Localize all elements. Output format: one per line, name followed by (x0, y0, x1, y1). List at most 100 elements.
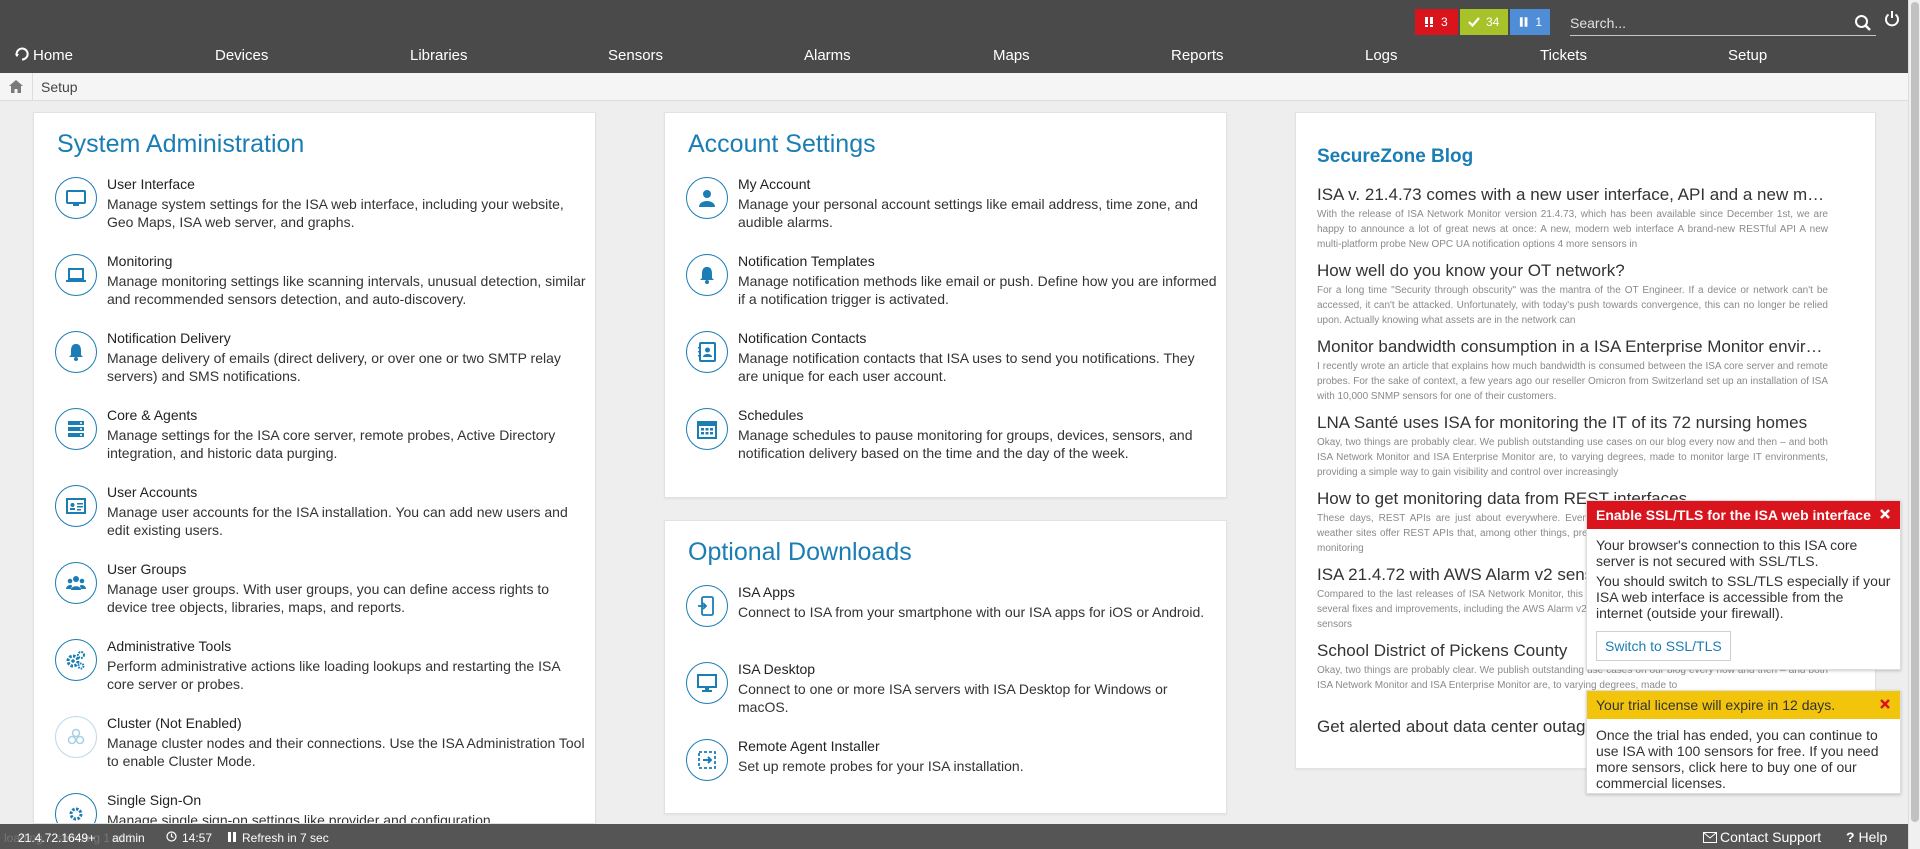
item-desc: Manage user groups. With user groups, yo… (107, 581, 550, 615)
ssl-notice-text: Your browser's connection to this ISA co… (1596, 537, 1858, 569)
trial-notice: Your trial license will expire in 12 day… (1586, 690, 1901, 794)
nav-libraries[interactable]: Libraries (410, 47, 468, 64)
main-nav: Home Devices Libraries Sensors Alarms Ma… (0, 47, 1908, 69)
item-desc: Manage notification methods like email o… (738, 273, 1217, 307)
trial-notice-text: Once the trial has ended, you can contin… (1596, 727, 1879, 791)
pause-refresh-icon[interactable] (228, 832, 236, 842)
item-title: Cluster (Not Enabled) (107, 715, 242, 731)
item-desc: Manage settings for the ISA core server,… (107, 427, 556, 461)
ssl-notice-title: Enable SSL/TLS for the ISA web interface (1596, 507, 1871, 523)
top-bar: 3 34 1 Home Devices Libraries Sensors Al… (0, 0, 1908, 73)
id-card-icon (55, 485, 97, 527)
search-icon[interactable] (1854, 14, 1872, 32)
remote-agent-icon (686, 739, 728, 781)
item-desc: Perform administrative actions like load… (107, 658, 560, 692)
clock-icon (166, 831, 177, 842)
close-icon[interactable] (1878, 697, 1892, 711)
alarm-exclamation-icon (1425, 17, 1433, 27)
nav-tickets[interactable]: Tickets (1540, 47, 1587, 64)
blog-post-excerpt: For a long time "Security through obscur… (1317, 285, 1828, 326)
envelope-icon (1703, 832, 1717, 843)
blog-post-title: Monitor bandwidth consumption in a ISA E… (1317, 337, 1828, 356)
breadcrumb-home[interactable] (0, 72, 33, 101)
refresh-text: Refresh in 7 sec (242, 831, 329, 845)
cluster-icon (55, 716, 97, 758)
home-refresh-icon (15, 47, 29, 61)
nav-home-label: Home (33, 47, 74, 64)
switch-ssl-button[interactable]: Switch to SSL/TLS (1596, 631, 1731, 661)
card-title: Account Settings (688, 130, 876, 158)
bell-icon (55, 331, 97, 373)
item-title: User Interface (107, 176, 195, 192)
trial-notice-header: Your trial license will expire in 12 day… (1587, 691, 1900, 719)
breadcrumb-current: Setup (41, 78, 78, 95)
nav-reports[interactable]: Reports (1171, 47, 1224, 64)
item-title: User Groups (107, 561, 187, 577)
paused-count-badge[interactable]: 1 (1510, 9, 1550, 35)
item-desc: Manage system settings for the ISA web i… (107, 196, 564, 230)
card-title: System Administration (57, 130, 305, 158)
house-icon (9, 80, 23, 93)
ssl-notice: Enable SSL/TLS for the ISA web interface… (1586, 500, 1901, 670)
item-desc: Manage schedules to pause monitoring for… (738, 427, 1193, 461)
page-scrollbar[interactable] (1908, 0, 1920, 849)
item-desc: Manage single sign-on settings like prov… (107, 812, 495, 824)
item-title: Administrative Tools (107, 638, 232, 654)
nav-maps[interactable]: Maps (993, 47, 1030, 64)
search-box (1570, 12, 1876, 36)
users-icon (55, 562, 97, 604)
help-link[interactable]: ? Help (1846, 829, 1887, 845)
blog-post-title: LNA Santé uses ISA for monitoring the IT… (1317, 413, 1808, 432)
alarm-count-badge[interactable]: 3 (1415, 9, 1458, 35)
item-title: My Account (738, 176, 811, 192)
nav-home[interactable]: Home (15, 47, 73, 64)
optional-downloads-card: Optional Downloads ISA Apps Connect to I… (664, 520, 1227, 814)
mobile-icon (686, 585, 728, 627)
question-icon: ? (1846, 829, 1855, 845)
nav-setup[interactable]: Setup (1728, 47, 1767, 64)
item-title: User Accounts (107, 484, 198, 500)
server-icon (55, 408, 97, 450)
scrollbar-thumb[interactable] (1911, 2, 1919, 822)
item-title: ISA Apps (738, 584, 795, 600)
laptop-icon (55, 254, 97, 296)
user-icon (686, 177, 728, 219)
ok-count-badge[interactable]: 34 (1460, 9, 1508, 35)
blog-post[interactable]: How well do you know your OT network? Fo… (1317, 261, 1828, 328)
blog-post[interactable]: ISA v. 21.4.73 comes with a new user int… (1317, 185, 1828, 252)
time-text: 14:57 (182, 831, 213, 845)
item-title: Notification Contacts (738, 330, 867, 346)
contact-support-link[interactable]: Contact Support (1703, 829, 1821, 845)
account-settings-card: Account Settings My Account Manage your … (664, 112, 1227, 498)
blog-post[interactable]: LNA Santé uses ISA for monitoring the IT… (1317, 413, 1828, 480)
nav-alarms[interactable]: Alarms (804, 47, 851, 64)
close-icon[interactable] (1878, 507, 1892, 521)
item-title: Remote Agent Installer (738, 738, 880, 754)
calendar-icon (686, 408, 728, 450)
blog-post[interactable]: Monitor bandwidth consumption in a ISA E… (1317, 337, 1828, 404)
sso-icon (55, 793, 97, 823)
item-desc: Manage delivery of emails (direct delive… (107, 350, 561, 384)
monitor-icon (55, 177, 97, 219)
item-desc: Manage your personal account settings li… (738, 196, 1198, 230)
item-desc: Set up remote probes for your ISA instal… (738, 758, 1024, 774)
search-input[interactable] (1570, 12, 1840, 34)
blog-post-excerpt: I recently wrote an article that explain… (1317, 361, 1828, 402)
ssl-notice-body: Your browser's connection to this ISA co… (1587, 529, 1900, 669)
cogs-icon (55, 639, 97, 681)
help-label: Help (1858, 829, 1888, 845)
nav-devices[interactable]: Devices (215, 47, 268, 64)
item-desc: Manage user accounts for the ISA install… (107, 504, 568, 538)
nav-sensors[interactable]: Sensors (608, 47, 663, 64)
blog-post-excerpt: With the release of ISA Network Monitor … (1317, 209, 1828, 250)
alarm-count: 3 (1441, 15, 1448, 29)
nav-logs[interactable]: Logs (1365, 47, 1398, 64)
trial-notice-body[interactable]: Once the trial has ended, you can contin… (1587, 719, 1900, 803)
breadcrumb: Setup (0, 72, 1908, 101)
username-text[interactable]: admin (112, 831, 145, 845)
blog-card: SecureZone Blog ISA v. 21.4.73 comes wit… (1295, 112, 1876, 769)
contact-support-label: Contact Support (1720, 829, 1822, 845)
card-title: Optional Downloads (688, 538, 912, 566)
power-icon[interactable] (1884, 10, 1900, 28)
status-footer: loading... showing 1 of 1 21.4.72.1649+ … (0, 824, 1908, 849)
